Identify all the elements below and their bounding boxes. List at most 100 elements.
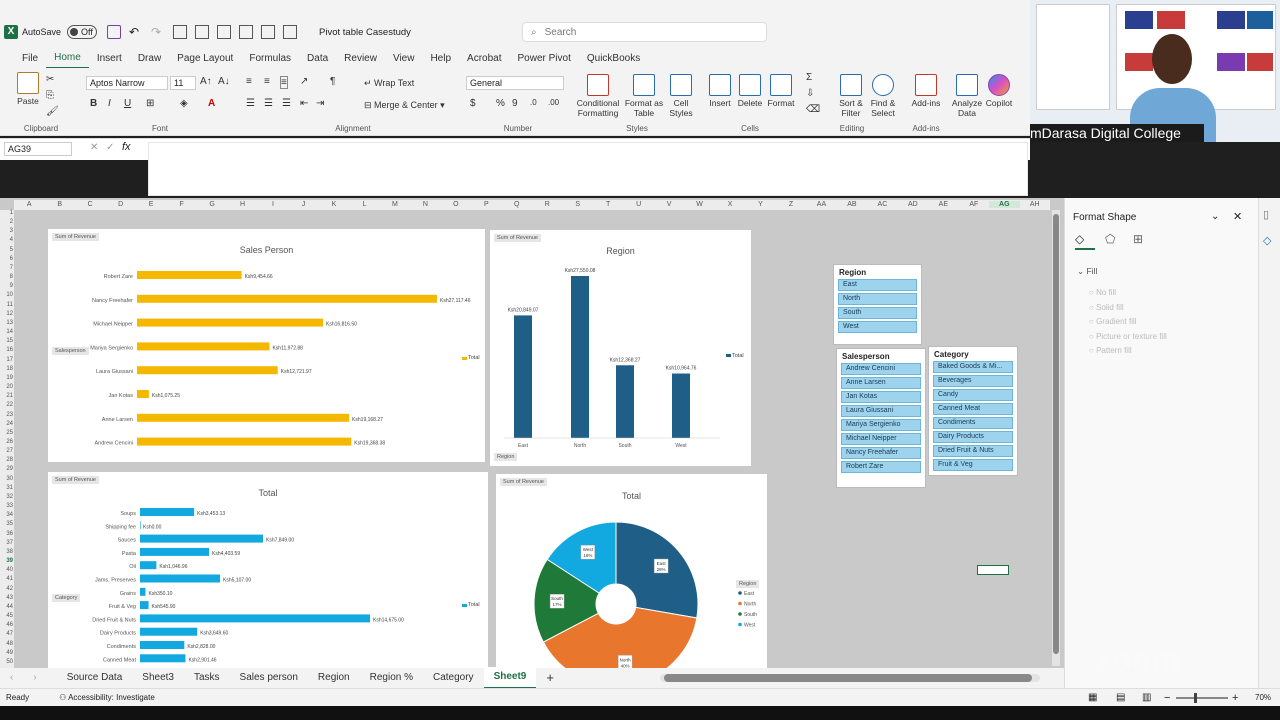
- add-sheet-icon[interactable]: +: [536, 668, 564, 688]
- row-header[interactable]: 17: [0, 357, 13, 363]
- clear-icon[interactable]: ⌫: [806, 104, 820, 115]
- row-header[interactable]: 9: [0, 283, 13, 289]
- conditional-formatting-button[interactable]: Conditional Formatting: [574, 74, 622, 118]
- increase-font-icon[interactable]: A↑: [200, 76, 212, 87]
- row-header[interactable]: 47: [0, 631, 13, 637]
- tab-region-percent[interactable]: Region %: [360, 668, 423, 688]
- column-header[interactable]: W: [684, 201, 714, 208]
- font-color-icon[interactable]: A: [208, 98, 215, 109]
- row-header[interactable]: 39: [0, 558, 13, 564]
- category-chart[interactable]: Sum of Revenue Total Category Total Soup…: [48, 472, 488, 668]
- qat-icon-4[interactable]: [239, 25, 254, 39]
- column-header[interactable]: H: [227, 201, 257, 208]
- underline-button[interactable]: U: [124, 98, 131, 109]
- category-slicer[interactable]: Category Baked Goods & Mi... Beverages C…: [928, 346, 1018, 476]
- tab-region[interactable]: Region: [308, 668, 360, 688]
- zoom-out-icon[interactable]: −: [1164, 692, 1170, 704]
- tab-sheet3[interactable]: Sheet3: [132, 668, 184, 688]
- format-painter-icon[interactable]: 🖌: [46, 106, 59, 117]
- column-header[interactable]: D: [105, 201, 135, 208]
- row-header[interactable]: 42: [0, 586, 13, 592]
- save-icon[interactable]: [107, 25, 122, 39]
- cut-icon[interactable]: ✂: [46, 74, 54, 85]
- region-slicer-item[interactable]: West: [838, 321, 917, 333]
- sort-filter-button[interactable]: Sort & Filter: [836, 74, 866, 118]
- column-header[interactable]: AH: [1020, 201, 1050, 208]
- column-header[interactable]: AF: [959, 201, 989, 208]
- category-slicer-item[interactable]: Fruit & Veg: [933, 459, 1013, 471]
- category-slicer-item[interactable]: Canned Meat: [933, 403, 1013, 415]
- orientation-icon[interactable]: ↗: [300, 76, 308, 87]
- qat-icon-1[interactable]: [173, 25, 188, 39]
- decrease-font-icon[interactable]: A↓: [218, 76, 230, 87]
- row-header[interactable]: 37: [0, 540, 13, 546]
- delete-cells-button[interactable]: Delete: [736, 74, 764, 108]
- zoom-slider[interactable]: [1176, 697, 1228, 699]
- region-slicer-item[interactable]: East: [838, 279, 917, 291]
- menu-formulas[interactable]: Formulas: [241, 50, 299, 68]
- tab-scroll-left-icon[interactable]: ‹: [0, 668, 23, 688]
- column-header[interactable]: I: [258, 201, 288, 208]
- column-header[interactable]: AG: [989, 201, 1020, 208]
- redo-icon[interactable]: ↷: [151, 25, 165, 39]
- enter-formula-icon[interactable]: ✓: [106, 142, 114, 153]
- column-header[interactable]: K: [319, 201, 349, 208]
- row-header[interactable]: 28: [0, 457, 13, 463]
- align-center-icon[interactable]: ☰: [264, 98, 273, 109]
- tab-tasks[interactable]: Tasks: [184, 668, 230, 688]
- decrease-indent-icon[interactable]: ⇤: [300, 98, 308, 109]
- menu-file[interactable]: File: [14, 50, 46, 68]
- vertical-scroll-thumb[interactable]: [1053, 214, 1059, 654]
- horizontal-scrollbar[interactable]: [660, 674, 1040, 682]
- row-header[interactable]: 11: [0, 302, 13, 308]
- column-header[interactable]: AA: [806, 201, 836, 208]
- category-slicer-item[interactable]: Beverages: [933, 375, 1013, 387]
- row-header[interactable]: 44: [0, 604, 13, 610]
- column-header[interactable]: J: [288, 201, 318, 208]
- row-header[interactable]: 1: [0, 210, 13, 216]
- page-layout-view-icon[interactable]: ▤: [1116, 692, 1125, 703]
- column-header[interactable]: AD: [898, 201, 928, 208]
- column-header[interactable]: M: [380, 201, 410, 208]
- percent-icon[interactable]: %: [496, 98, 505, 109]
- fill-color-icon[interactable]: ◈: [180, 98, 188, 109]
- column-header[interactable]: AB: [837, 201, 867, 208]
- column-header[interactable]: X: [715, 201, 745, 208]
- qat-icon-3[interactable]: [217, 25, 232, 39]
- menu-page-layout[interactable]: Page Layout: [169, 50, 241, 68]
- insert-function-icon[interactable]: fx: [122, 141, 131, 153]
- column-header[interactable]: N: [410, 201, 440, 208]
- column-header[interactable]: G: [197, 201, 227, 208]
- row-header[interactable]: 50: [0, 659, 13, 665]
- menu-insert[interactable]: Insert: [89, 50, 130, 68]
- qat-icon-6[interactable]: [283, 25, 298, 39]
- bold-button[interactable]: B: [90, 98, 97, 109]
- row-header[interactable]: 29: [0, 466, 13, 472]
- picture-fill-option[interactable]: ○ Picture or texture fill: [1089, 330, 1167, 345]
- row-header[interactable]: 8: [0, 274, 13, 280]
- vertical-scrollbar[interactable]: [1052, 210, 1060, 666]
- row-header[interactable]: 40: [0, 567, 13, 573]
- row-header[interactable]: 24: [0, 421, 13, 427]
- row-header[interactable]: 15: [0, 338, 13, 344]
- region-slicer-item[interactable]: North: [838, 293, 917, 305]
- category-slicer-item[interactable]: Dairy Products: [933, 431, 1013, 443]
- menu-help[interactable]: Help: [422, 50, 459, 68]
- menu-draw[interactable]: Draw: [130, 50, 169, 68]
- addins-button[interactable]: Add-ins: [908, 74, 944, 108]
- pane-options-chevron-icon[interactable]: ⌄: [1211, 211, 1219, 222]
- category-slicer-item[interactable]: Baked Goods & Mi...: [933, 361, 1013, 373]
- qat-icon-5[interactable]: [261, 25, 276, 39]
- paste-button[interactable]: Paste: [14, 72, 42, 106]
- salesperson-slicer[interactable]: Salesperson Andrew Cencini Anne Larsen J…: [836, 348, 926, 488]
- accessibility-status[interactable]: ⚇ Accessibility: Investigate: [59, 693, 155, 702]
- decrease-decimal-icon[interactable]: .00: [548, 98, 559, 107]
- format-cells-button[interactable]: Format: [766, 74, 796, 108]
- size-properties-tab-icon[interactable]: ⊞: [1133, 232, 1143, 246]
- column-header[interactable]: U: [623, 201, 653, 208]
- row-header[interactable]: 48: [0, 641, 13, 647]
- row-header[interactable]: 14: [0, 329, 13, 335]
- row-header[interactable]: 10: [0, 292, 13, 298]
- name-box[interactable]: AG39: [4, 142, 72, 156]
- category-slicer-item[interactable]: Condiments: [933, 417, 1013, 429]
